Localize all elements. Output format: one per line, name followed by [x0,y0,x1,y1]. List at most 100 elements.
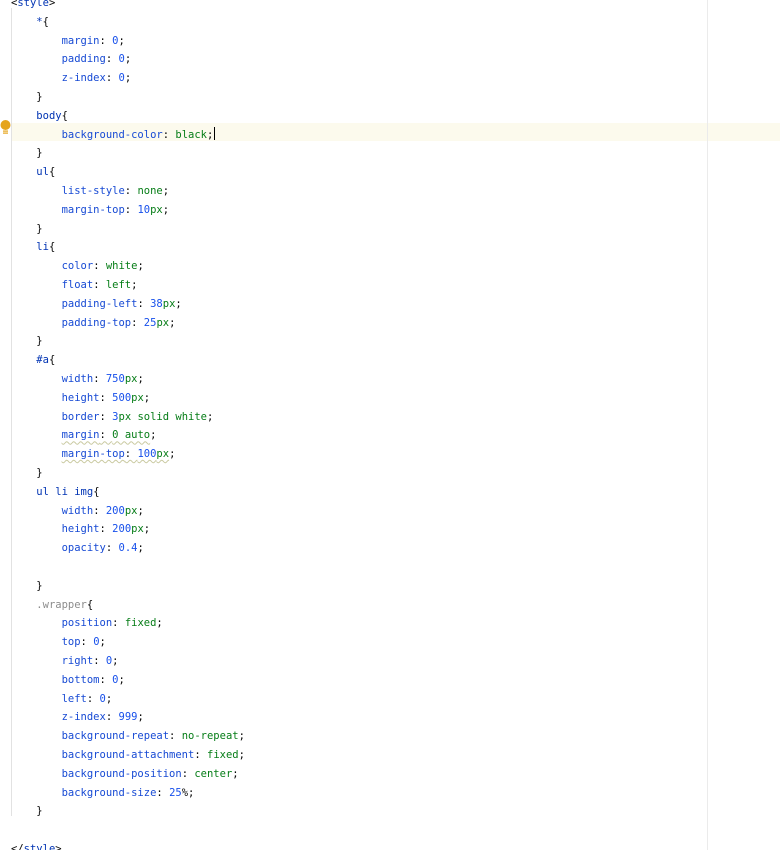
code-token: } [36,335,43,348]
code-token: padding [61,53,106,66]
code-line[interactable]: margin-top: 10px; [11,201,170,220]
code-token: ; [143,523,151,536]
code-token: 750 [105,373,125,385]
code-token: left [61,692,87,705]
code-line[interactable]: left: 0; [11,690,113,709]
code-line[interactable]: margin: 0; [11,32,125,51]
code-line[interactable]: padding: 0; [11,50,132,69]
code-line[interactable]: right: 0; [11,652,119,671]
code-token: 200 [105,504,125,517]
code-token: li [36,241,49,254]
code-line[interactable]: </style> [11,840,62,850]
code-token: : [93,655,106,667]
code-token: : [112,617,125,630]
code-token: : [93,260,106,273]
code-token: float [61,279,94,291]
code-line[interactable]: bottom: 0; [11,671,125,690]
code-token: 0 auto [112,429,151,442]
code-line[interactable]: background-repeat: no-repeat; [11,727,245,746]
code-line[interactable]: z-index: 999; [11,708,144,727]
code-line[interactable]: padding-left: 38px; [11,295,182,314]
code-token: ; [188,786,195,799]
code-line[interactable]: color: white; [11,257,144,276]
code-line[interactable]: margin-top: 100px; [11,445,176,464]
code-line[interactable]: background-size: 25%; [11,784,195,803]
code-line[interactable]: } [11,577,42,596]
code-token: ul li img [36,485,94,498]
code-line[interactable]: float: left; [11,276,138,295]
code-line[interactable]: } [11,464,42,483]
code-line[interactable]: background-attachment: fixed; [11,746,245,765]
code-line[interactable]: padding-top: 25px; [11,314,176,333]
code-token: ; [150,429,157,442]
code-token: : [105,72,119,85]
code-line[interactable]: } [11,220,42,239]
code-line[interactable]: background-position: center; [11,765,239,784]
code-token: ; [137,711,144,724]
code-line[interactable]: ul{ [11,163,55,182]
code-line[interactable]: width: 750px; [11,370,144,389]
code-line[interactable]: #a{ [11,351,55,370]
code-token: ; [137,542,144,555]
code-token: background-color [61,128,163,141]
code-token: : [105,542,119,555]
code-line[interactable]: position: fixed; [11,614,163,633]
code-token: ; [238,749,245,761]
code-line[interactable]: z-index: 0; [11,69,132,88]
code-line[interactable]: <style> [11,0,55,13]
code-line[interactable]: } [11,332,43,351]
code-token: right [61,655,94,667]
code-token: { [42,15,49,28]
code-line[interactable]: .wrapper{ [11,596,93,615]
code-token: border [61,410,100,423]
code-line[interactable]: } [11,144,42,163]
code-token: ; [118,673,125,686]
code-token: 10 [137,203,151,216]
code-token: px [131,391,144,404]
code-line[interactable]: margin: 0 auto; [11,426,157,445]
code-token: margin-top [61,448,125,461]
code-line[interactable]: width: 200px; [11,502,144,521]
code-line[interactable]: border: 3px solid white; [11,408,214,427]
code-line[interactable]: background-color: black; [11,126,216,145]
code-editor[interactable]: <style> *{ margin: 0; padding: 0; z-inde… [0,0,780,850]
code-line[interactable]: top: 0; [11,633,106,652]
code-token: background-attachment [61,749,195,761]
code-line[interactable]: } [11,88,43,107]
code-token: px [131,523,144,536]
lightbulb-icon[interactable] [0,119,11,137]
code-token: ; [131,279,138,291]
code-line[interactable]: } [11,802,42,821]
code-line[interactable]: *{ [11,13,49,32]
code-token: } [36,91,43,103]
code-token: none [137,185,163,197]
code-token: top [61,636,81,649]
code-token: 25 [169,786,182,799]
code-line[interactable]: body{ [11,107,68,126]
code-line[interactable]: ul li img{ [11,483,99,502]
code-token: { [86,598,94,611]
code-line[interactable]: height: 500px; [11,389,151,408]
code-line[interactable]: height: 200px; [11,520,151,539]
code-line[interactable]: opacity: 0.4; [11,539,144,558]
code-token: : [93,504,106,517]
code-token: center [194,767,233,780]
code-token: { [61,109,68,122]
code-line[interactable]: li{ [11,238,55,257]
code-token: : [105,53,119,66]
code-token: ; [143,391,151,404]
code-line[interactable]: list-style: none; [11,182,170,201]
code-token: : [99,523,113,536]
